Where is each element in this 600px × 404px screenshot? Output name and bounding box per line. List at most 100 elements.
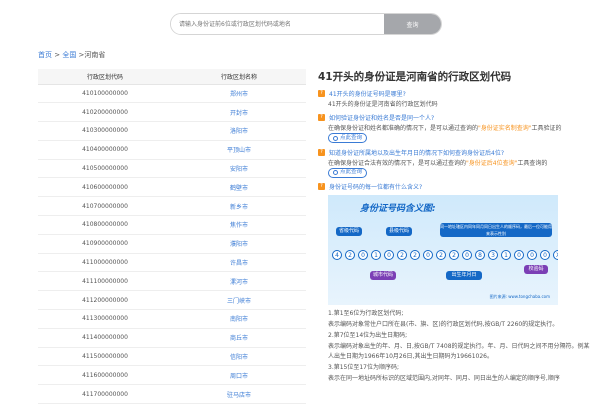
diagram-digit: 2 [449,250,459,260]
query-button-label: 点此查询 [340,134,363,141]
header-name: 行政区划名称 [172,69,306,85]
division-name-link[interactable]: 新乡市 [172,196,306,217]
question-icon: ? [318,90,325,97]
division-name-link[interactable]: 郑州市 [172,84,306,104]
diagram-tag-city: 城市代码 [370,271,396,280]
table-row: 411600000000 周口市 [38,365,306,386]
breadcrumb-all[interactable]: 全国 [62,51,76,59]
diagram-source: 图片来源: www.tongchaba.com [489,294,550,299]
diagram-digit: 0 [527,250,537,260]
answer-2: 在确保身份证和姓名都准确的情况下，是可以通过查询的"身份证实名制查询"工具验证的… [318,124,590,144]
table-row: 411200000000 三门峡市 [38,290,306,311]
diagram-tag-birthdate: 出生年月日 [446,271,482,280]
division-code: 411400000000 [38,328,172,348]
division-code: 410900000000 [38,234,172,254]
division-name-link[interactable]: 漯河市 [172,271,306,292]
division-code: 411300000000 [38,309,172,329]
division-code: 411200000000 [38,290,172,311]
division-name-link[interactable]: 南阳市 [172,309,306,329]
table-row: 410500000000 安阳市 [38,159,306,179]
search-button[interactable]: 查询 [384,14,441,34]
division-name-link[interactable]: 周口市 [172,365,306,386]
diagram-digit: 2 [345,250,355,260]
article-paragraph: 2.第7位至14位为出生日期码; [328,332,408,339]
question-icon: ? [318,148,325,156]
diagram-digit: 1 [501,250,511,260]
table-row: 410200000000 开封市 [38,102,306,123]
answer-1: 41开头的身份证是河南省的行政区划代码 [328,101,438,108]
article-paragraph: 表示编码对象出生的年、月、日,按GB/T 7408的规定执行。年、月、日代码之间… [328,343,590,360]
division-name-link[interactable]: 三门峡市 [172,290,306,311]
diagram-digit: 0 [423,250,433,260]
division-code: 410300000000 [38,121,172,141]
tool-link[interactable]: "身份证后4位查询" [466,160,517,167]
division-name-link[interactable]: 鹤壁市 [172,177,306,198]
breadcrumb-current: 河南省 [84,51,106,59]
division-code: 410800000000 [38,215,172,235]
table-row: 411300000000 南阳市 [38,309,306,329]
diagram-digit: 8 [475,250,485,260]
division-name-link[interactable]: 平顶山市 [172,140,306,160]
diagram-tag-checksum: 校验码 [524,265,548,274]
division-name-link[interactable]: 商丘市 [172,328,306,348]
id-number-diagram: 身份证号码含义图: 省级代码 县级代码 同一地址辖区内同年同月同日出生人的顺序码… [328,195,558,305]
table-row: 411700000000 驻马店市 [38,384,306,404]
question-icon: ? [318,114,325,121]
link-icon [333,170,338,175]
answer-3: 在确保身份证合法有效的情况下，是可以通过查询的"身份证后4位查询"工具查询的 点此… [318,159,590,179]
question-text: 知道身份证所属地以及出生年月日的情况下如何查询身份证后4位? [329,149,505,157]
answer-text: 在确保身份证合法有效的情况下，是可以通过查询的 [328,159,467,167]
table-row: 411000000000 许昌市 [38,253,306,273]
division-table: 行政区划代码 行政区划名称 410100000000 郑州市 41020000000… [38,69,306,404]
breadcrumb: 首页 > 全国 >河南省 [38,50,105,60]
tool-link[interactable]: "身份证实名制查询" [478,125,532,132]
answer-text: 工具验证的 [531,125,562,132]
header-code: 行政区划代码 [38,69,172,85]
division-code: 410600000000 [38,177,172,198]
question-3[interactable]: ? 知道身份证所属地以及出生年月日的情况下如何查询身份证后4位? [318,148,590,157]
division-name-link[interactable]: 濮阳市 [172,234,306,254]
division-name-link[interactable]: 安阳市 [172,159,306,179]
table-row: 411400000000 商丘市 [38,328,306,348]
division-code: 411600000000 [38,365,172,386]
table-row: 410100000000 郑州市 [38,84,306,104]
division-name-link[interactable]: 许昌市 [172,253,306,273]
question-text: 41开头的身份证号码是哪里? [329,91,406,98]
query-button[interactable]: 点此查询 [328,167,368,178]
question-2[interactable]: ? 如何验证身份证和姓名是否是同一个人? [318,113,590,122]
division-code: 411700000000 [38,384,172,404]
division-code: 410500000000 [38,159,172,179]
table-row: 410400000000 平顶山市 [38,140,306,160]
diagram-digit: 1 [371,250,381,260]
diagram-tag-province: 省级代码 [336,227,362,236]
division-name-link[interactable]: 信阳市 [172,347,306,367]
division-name-link[interactable]: 开封市 [172,102,306,123]
diagram-digit: 0 [358,250,368,260]
query-button[interactable]: 点此查询 [328,133,368,143]
article-paragraph: 3.第15位至17位为顺序码; [328,364,400,371]
search-bar: 查询 [170,13,442,35]
diagram-digit: 0 [384,250,394,260]
question-1[interactable]: ? 41开头的身份证号码是哪里? [318,89,590,98]
division-name-link[interactable]: 焦作市 [172,215,306,235]
breadcrumb-home[interactable]: 首页 [38,51,52,59]
diagram-digit: 3 [488,250,498,260]
diagram-digits: 42010220220831000X [332,250,558,260]
diagram-tag-county: 县级代码 [386,227,412,236]
question-4[interactable]: ? 身份证号码的每一位都有什么含义? [318,182,590,191]
question-icon: ? [318,183,325,190]
division-code: 411500000000 [38,347,172,367]
table-row: 410900000000 濮阳市 [38,234,306,254]
breadcrumb-separator: > [52,51,63,59]
division-name-link[interactable]: 驻马店市 [172,384,306,404]
division-name-link[interactable]: 洛阳市 [172,121,306,141]
diagram-digit: 0 [462,250,472,260]
diagram-digit: 0 [514,250,524,260]
article-title: 41开头的身份证是河南省的行政区划代码 [318,71,512,83]
division-code: 410700000000 [38,196,172,217]
division-code: 410200000000 [38,102,172,123]
search-input[interactable] [171,14,384,34]
table-row: 410600000000 鹤壁市 [38,177,306,198]
link-icon [333,135,338,141]
answer-text: 在确保身份证和姓名都准确的情况下，是可以通过查询的 [328,125,479,132]
